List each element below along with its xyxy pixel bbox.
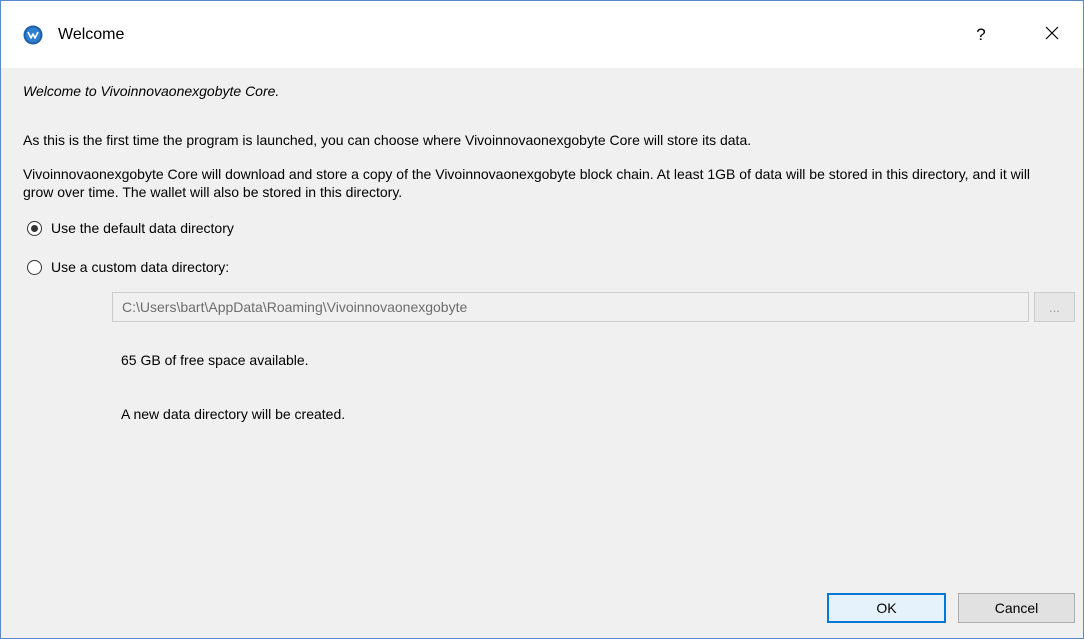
help-button[interactable]: ? bbox=[958, 16, 1004, 54]
ok-button[interactable]: OK bbox=[827, 593, 946, 623]
app-logo-icon bbox=[23, 25, 43, 45]
browse-button[interactable]: ... bbox=[1034, 292, 1075, 322]
custom-directory-radio[interactable] bbox=[27, 259, 42, 275]
welcome-dialog: Welcome ? Welcome to Vivoinnovaonexgobyt… bbox=[0, 0, 1084, 639]
custom-directory-option[interactable]: Use a custom data directory: bbox=[27, 257, 229, 277]
browse-label: ... bbox=[1049, 299, 1060, 315]
title-bar[interactable]: Welcome ? bbox=[1, 1, 1083, 68]
close-icon bbox=[1045, 26, 1059, 45]
custom-directory-label: Use a custom data directory: bbox=[51, 259, 230, 275]
cancel-button[interactable]: Cancel bbox=[958, 593, 1075, 623]
close-button[interactable] bbox=[1029, 16, 1075, 54]
free-space-text: 65 GB of free space available. bbox=[121, 352, 309, 368]
default-directory-label: Use the default data directory bbox=[51, 220, 234, 236]
default-directory-option[interactable]: Use the default data directory bbox=[27, 218, 234, 238]
description-text: Vivoinnovaonexgobyte Core will download … bbox=[23, 166, 1031, 200]
intro-text: As this is the first time the program is… bbox=[23, 132, 752, 148]
welcome-heading: Welcome to Vivoinnovaonexgobyte Core. bbox=[23, 83, 280, 99]
ok-label: OK bbox=[876, 600, 897, 616]
default-directory-radio[interactable] bbox=[27, 220, 42, 236]
data-directory-input[interactable] bbox=[112, 292, 1029, 322]
cancel-label: Cancel bbox=[994, 600, 1039, 616]
window-title: Welcome bbox=[58, 26, 125, 43]
directory-status-text: A new data directory will be created. bbox=[121, 406, 346, 422]
help-icon: ? bbox=[976, 25, 986, 44]
